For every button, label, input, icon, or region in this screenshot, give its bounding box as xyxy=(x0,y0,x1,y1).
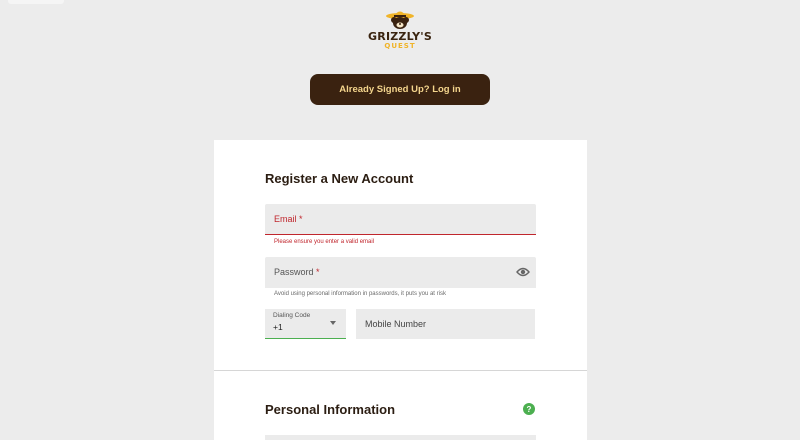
brand-name: GRIZZLY'S xyxy=(368,30,432,43)
top-left-tab xyxy=(8,0,64,4)
personal-information-title: Personal Information xyxy=(265,402,396,417)
email-field[interactable]: Email * xyxy=(265,204,536,235)
dialing-code-select[interactable]: Dialing Code +1 xyxy=(265,309,346,339)
email-required-mark: * xyxy=(299,214,303,224)
next-field-partial[interactable] xyxy=(265,435,536,440)
chevron-down-icon xyxy=(330,321,336,325)
mobile-number-field[interactable]: Mobile Number xyxy=(356,309,535,339)
eye-icon[interactable] xyxy=(516,266,530,278)
bear-hat-icon xyxy=(386,11,414,29)
dialing-code-value: +1 xyxy=(273,322,283,332)
registration-card: Register a New Account Email * Please en… xyxy=(214,140,587,440)
login-button[interactable]: Already Signed Up? Log in xyxy=(310,74,490,105)
password-hint: Avoid using personal information in pass… xyxy=(274,291,446,297)
register-title: Register a New Account xyxy=(265,171,414,186)
help-icon[interactable]: ? xyxy=(523,403,535,415)
password-required-mark: * xyxy=(316,267,320,277)
password-field[interactable]: Password * xyxy=(265,257,536,288)
email-label: Email * xyxy=(274,214,303,224)
mobile-number-label: Mobile Number xyxy=(365,319,427,329)
section-divider xyxy=(214,370,587,371)
email-error-message: Please ensure you enter a valid email xyxy=(274,239,375,245)
dialing-code-label: Dialing Code xyxy=(273,312,311,319)
grizzlys-quest-logo: GRIZZLY'S QUEST xyxy=(360,8,440,56)
password-label: Password * xyxy=(274,267,320,277)
brand-subtitle: QUEST xyxy=(384,42,416,50)
